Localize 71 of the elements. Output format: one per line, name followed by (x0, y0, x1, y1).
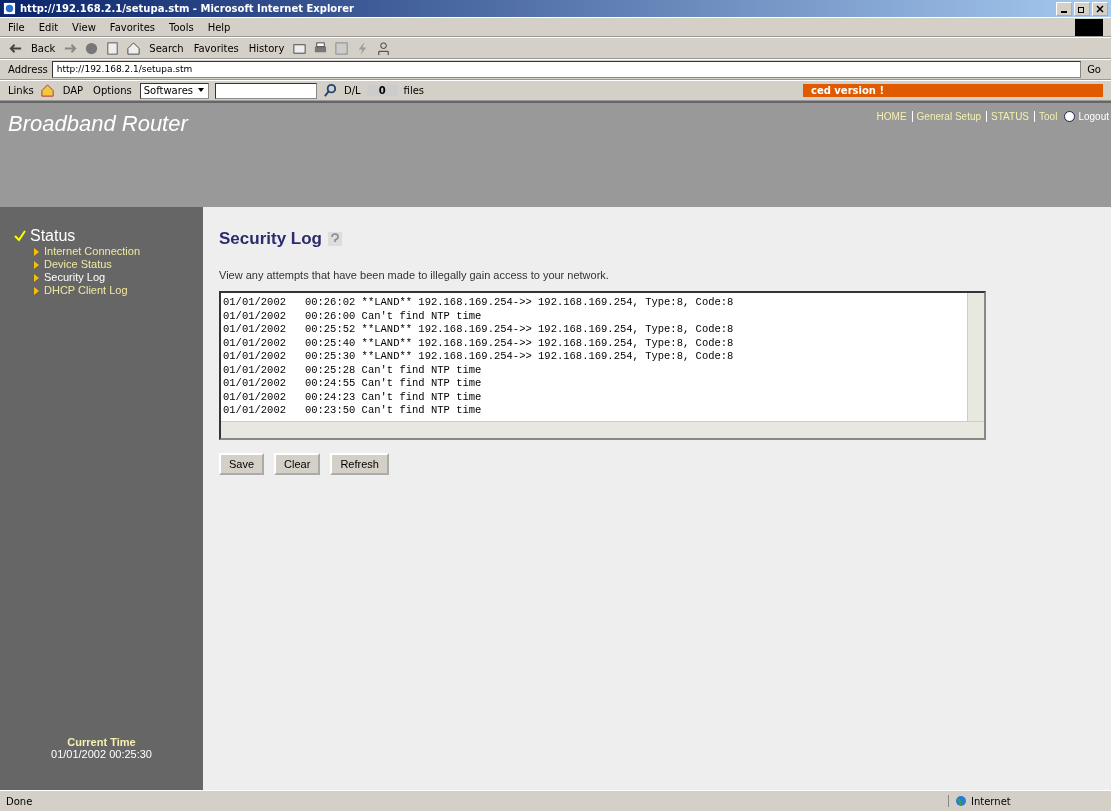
minimize-icon (1061, 10, 1067, 13)
log-line: 01/01/2002 00:25:28 Can't find NTP time (223, 363, 483, 377)
minimize-button[interactable] (1056, 1, 1072, 16)
history-button[interactable]: History (246, 42, 287, 54)
sidebar-link[interactable]: Internet Connection (44, 245, 140, 258)
log-line: 01/01/2002 00:24:23 Can't find NTP time (223, 390, 483, 404)
log-line: 01/01/2002 00:25:30 **LAND** 192.168.169.254->> 192.168.169.254, Type:8, Code:8 (223, 350, 735, 364)
bullet-icon (34, 260, 39, 269)
close-button[interactable] (1092, 1, 1108, 16)
router-title: Broadband Router (8, 111, 188, 137)
menu-item[interactable]: File (8, 21, 25, 33)
search-button[interactable]: Search (147, 42, 186, 54)
link-button[interactable]: DAP (60, 85, 86, 96)
check-icon (14, 230, 26, 242)
restore-button[interactable] (1074, 1, 1090, 16)
favorites-button[interactable]: Favorites (191, 42, 241, 54)
window-title: http://192.168.2.1/setupa.stm - Microsoft Internet Explorer (20, 3, 355, 14)
action-button[interactable]: Clear (274, 452, 321, 475)
user-icon[interactable] (376, 40, 392, 56)
close-icon (1096, 4, 1104, 13)
address-label: Address (8, 64, 48, 75)
bullet-icon (34, 286, 39, 295)
sidebar-link[interactable]: DHCP Client Log (44, 284, 128, 297)
back-button[interactable]: Back (29, 42, 58, 54)
menu-item[interactable]: Tools (169, 21, 194, 33)
log-line: 01/01/2002 00:23:50 Can't find NTP time (223, 404, 483, 418)
status-text: Done (6, 795, 33, 807)
restore-icon (1078, 4, 1086, 13)
globe-icon (955, 795, 967, 807)
sidebar-link[interactable]: Device Status (44, 258, 112, 271)
home-icon[interactable] (39, 83, 55, 98)
description: View any attempts that have been made to illegally gain access to your network. (219, 269, 610, 281)
log-line: 01/01/2002 00:24:55 Can't find NTP time (223, 377, 483, 391)
vertical-scrollbar[interactable] (967, 293, 984, 421)
dl-count: 0 (366, 85, 398, 96)
logout-icon (1064, 111, 1076, 122)
log-line: 01/01/2002 00:26:02 **LAND** 192.168.169.254->> 192.168.169.254, Type:8, Code:8 (223, 296, 735, 310)
horizontal-scrollbar[interactable] (221, 420, 984, 438)
action-button[interactable]: Refresh (330, 452, 389, 475)
files-label: files (403, 85, 425, 96)
page-title: Security Log (219, 229, 322, 249)
links-label[interactable]: Links (8, 85, 34, 96)
log-textarea[interactable] (219, 291, 986, 440)
menu-item[interactable]: Edit (38, 21, 59, 33)
menu-item[interactable]: Help (207, 21, 231, 33)
go-button[interactable]: Go (1085, 64, 1103, 75)
home-icon[interactable] (126, 40, 142, 56)
search-field[interactable] (215, 82, 317, 99)
current-time-label: Current Time (66, 736, 137, 748)
zone-indicator: Internet (971, 795, 1011, 807)
current-time-value: 01/01/2002 00:25:30 (50, 748, 153, 760)
log-line: 01/01/2002 00:25:40 **LAND** 192.168.169.254->> 192.168.169.254, Type:8, Code:8 (223, 336, 735, 350)
sidebar-link[interactable]: Security Log (44, 271, 106, 284)
log-line: 01/01/2002 00:26:00 Can't find NTP time (223, 309, 483, 323)
bullet-icon (34, 273, 39, 282)
section-title[interactable]: Status (30, 227, 76, 245)
softwares-dropdown[interactable]: Softwares (139, 82, 209, 99)
browser-icon (3, 2, 16, 15)
search-icon[interactable] (323, 83, 338, 98)
link-button[interactable]: Options (91, 85, 134, 96)
address-field[interactable]: http://192.168.2.1/setupa.stm (51, 61, 1082, 78)
dl-label: D/L (344, 85, 361, 96)
caret-icon (197, 85, 205, 94)
menu-item[interactable]: View (72, 21, 96, 33)
banner[interactable]: ced version ! (803, 84, 1103, 97)
menu-item[interactable]: Favorites (109, 21, 155, 33)
log-line: 01/01/2002 00:25:52 **LAND** 192.168.169.254->> 192.168.169.254, Type:8, Code:8 (223, 323, 735, 337)
stop-icon[interactable] (84, 40, 100, 56)
help-icon[interactable] (327, 232, 342, 246)
bullet-icon (34, 247, 39, 256)
action-button[interactable]: Save (219, 452, 265, 475)
